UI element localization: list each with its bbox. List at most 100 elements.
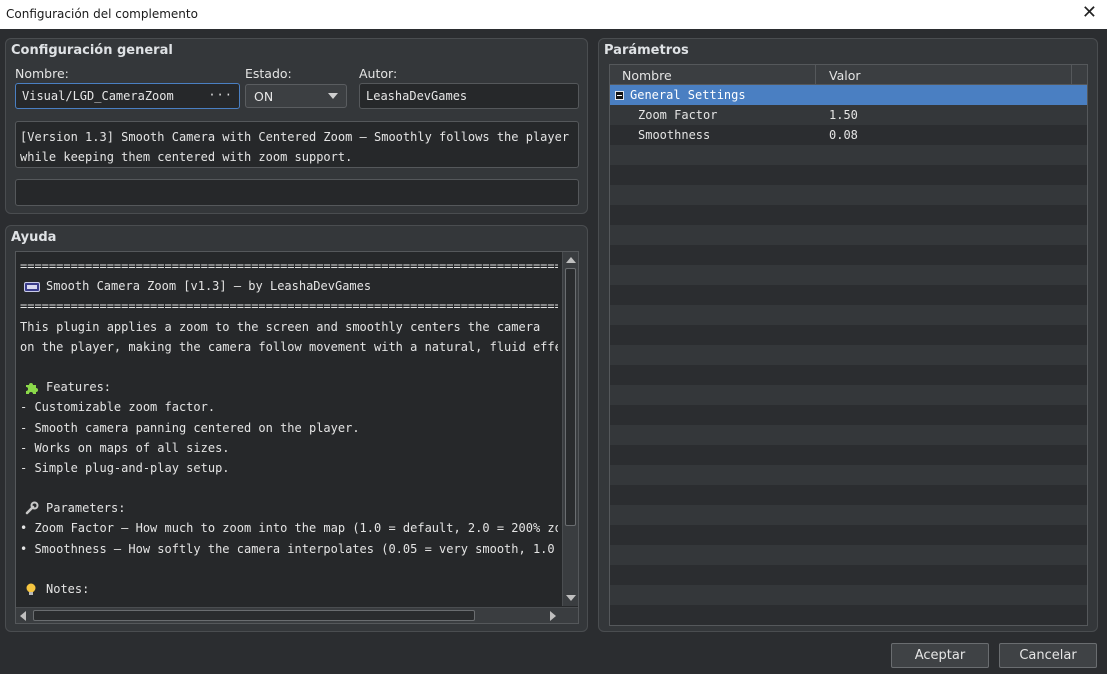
description-field[interactable]: [Version 1.3] Smooth Camera with Centere… <box>15 121 579 168</box>
empty-table-row <box>610 505 1087 525</box>
help-line-text: - Simple plug-and-play setup. <box>20 460 230 475</box>
param-name: Smoothness <box>638 128 711 142</box>
name-value: Visual/LGD_CameraZoom <box>22 89 174 103</box>
parameters-table[interactable]: Nombre Valor General Settings Zoom Facto… <box>609 64 1088 626</box>
empty-table-row <box>610 285 1087 305</box>
column-header-name[interactable]: Nombre <box>610 65 816 85</box>
help-line-text: Notes: <box>46 582 90 596</box>
wrench-icon <box>24 501 40 515</box>
empty-table-row <box>610 545 1087 565</box>
param-value: 0.08 <box>829 128 858 142</box>
empty-table-row <box>610 365 1087 385</box>
empty-table-row <box>610 465 1087 485</box>
param-row-smoothness[interactable]: Smoothness 0.08 <box>610 125 1087 145</box>
help-line: • Zoom Factor – How much to zoom into th… <box>20 518 558 538</box>
general-config-group: Configuración general Nombre: Visual/LGD… <box>5 38 588 214</box>
help-line-text: - This plugin affects the map view only. <box>20 599 309 600</box>
title-bar: Configuración del complemento ✕ <box>0 0 1107 29</box>
description-line: while keeping them centered with zoom su… <box>20 150 353 164</box>
empty-table-row <box>610 265 1087 285</box>
help-line-text: ========================================… <box>20 259 558 273</box>
empty-table-row <box>610 425 1087 445</box>
empty-table-row <box>610 585 1087 605</box>
tree-group-row[interactable]: General Settings <box>610 85 1087 105</box>
close-icon[interactable]: ✕ <box>1082 3 1097 23</box>
status-select[interactable]: ON <box>245 84 347 108</box>
help-text: ========================================… <box>20 256 558 600</box>
name-field[interactable]: Visual/LGD_CameraZoom ··· <box>15 83 240 109</box>
camera-icon <box>24 279 40 293</box>
scroll-left-icon[interactable] <box>20 611 26 621</box>
help-line: Smooth Camera Zoom [v1.3] – by LeashaDev… <box>20 276 558 296</box>
help-line: This plugin applies a zoom to the screen… <box>20 317 558 337</box>
cancel-button[interactable]: Cancelar <box>999 643 1097 668</box>
help-line-text: • Zoom Factor – How much to zoom into th… <box>20 521 558 536</box>
window-title: Configuración del complemento <box>6 7 198 21</box>
general-config-title: Configuración general <box>11 43 173 58</box>
empty-table-row <box>610 185 1087 205</box>
empty-table-row <box>610 165 1087 185</box>
scroll-up-icon[interactable] <box>565 254 577 266</box>
help-line: ========================================… <box>20 296 558 316</box>
empty-table-row <box>610 145 1087 165</box>
help-line-text: Smooth Camera Zoom [v1.3] – by LeashaDev… <box>46 279 372 294</box>
lightbulb-icon <box>24 582 40 596</box>
param-name: Zoom Factor <box>638 108 718 122</box>
group-label: General Settings <box>630 88 746 102</box>
collapse-icon[interactable] <box>615 90 624 100</box>
help-horizontal-scrollbar[interactable] <box>16 607 578 623</box>
extra-field[interactable] <box>15 179 579 206</box>
help-line: Parameters: <box>20 498 558 518</box>
help-horizontal-thumb[interactable] <box>33 610 475 621</box>
parameters-title: Parámetros <box>604 43 689 58</box>
help-vertical-thumb[interactable] <box>565 268 576 526</box>
scroll-right-icon[interactable] <box>550 611 556 621</box>
empty-table-row <box>610 245 1087 265</box>
column-header-value[interactable]: Valor <box>817 65 1072 85</box>
browse-dots-icon[interactable]: ··· <box>208 88 233 102</box>
author-value: LeashaDevGames <box>366 89 468 103</box>
help-line-text: ========================================… <box>20 299 558 314</box>
empty-table-row <box>610 525 1087 545</box>
help-line: • Smoothness – How softly the camera int… <box>20 539 558 559</box>
empty-table-row <box>610 345 1087 365</box>
accept-button[interactable]: Aceptar <box>891 643 989 668</box>
name-label: Nombre: <box>15 66 69 81</box>
help-line-text: - Customizable zoom factor. <box>20 400 216 415</box>
empty-table-row <box>610 385 1087 405</box>
help-line-text: This plugin applies a zoom to the screen… <box>20 319 541 334</box>
help-line-text: - Smooth camera panning centered on the … <box>20 420 360 435</box>
help-line-text: - Works on maps of all sizes. <box>20 440 230 455</box>
description-line: [Version 1.3] Smooth Camera with Centere… <box>20 130 570 144</box>
param-value: 1.50 <box>829 108 858 122</box>
status-value: ON <box>254 88 274 104</box>
empty-table-row <box>610 445 1087 465</box>
help-line: Notes: <box>20 579 558 599</box>
help-line <box>20 478 558 498</box>
parameters-header: Nombre Valor <box>610 65 1087 85</box>
help-line-text: Features: <box>46 380 112 395</box>
param-row-zoom-factor[interactable]: Zoom Factor 1.50 <box>610 105 1087 125</box>
help-textbox[interactable]: ========================================… <box>15 251 579 624</box>
empty-table-row <box>610 605 1087 625</box>
author-field[interactable]: LeashaDevGames <box>359 83 579 109</box>
help-line: - Smooth camera panning centered on the … <box>20 418 558 438</box>
scroll-down-icon[interactable] <box>565 592 577 604</box>
help-line-text: Parameters: <box>46 501 126 516</box>
status-label: Estado: <box>245 66 292 81</box>
help-line: - Simple plug-and-play setup. <box>20 458 558 478</box>
empty-table-row <box>610 225 1087 245</box>
help-line-text: • Smoothness – How softly the camera int… <box>20 541 555 556</box>
help-vertical-scrollbar[interactable] <box>562 252 578 606</box>
empty-table-row <box>610 205 1087 225</box>
help-group: Ayuda ==================================… <box>5 225 588 632</box>
help-line: - Works on maps of all sizes. <box>20 438 558 458</box>
help-line: ========================================… <box>20 256 558 276</box>
empty-table-row <box>610 325 1087 345</box>
empty-table-row <box>610 485 1087 505</box>
help-line <box>20 559 558 579</box>
chevron-down-icon <box>328 93 338 99</box>
help-title: Ayuda <box>11 230 57 245</box>
help-line: on the player, making the camera follow … <box>20 337 558 357</box>
empty-table-row <box>610 565 1087 585</box>
